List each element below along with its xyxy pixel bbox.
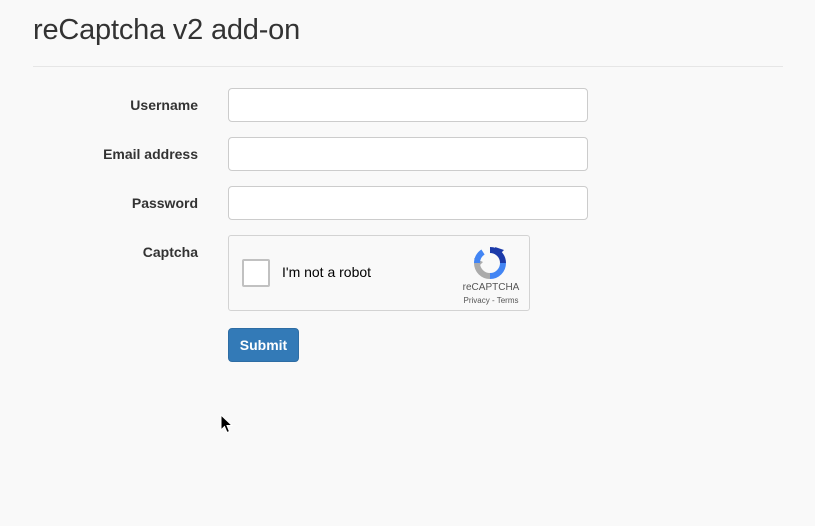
password-label: Password	[131, 195, 198, 211]
links-separator: -	[489, 296, 497, 305]
captcha-checkbox-text: I'm not a robot	[282, 264, 372, 280]
recaptcha-brand-text: reCAPTCHA	[462, 282, 520, 293]
page: reCaptcha v2 add-on Username Email addre…	[0, 0, 815, 526]
submit-button[interactable]: Submit	[228, 328, 299, 362]
password-input[interactable]	[228, 186, 588, 220]
terms-link[interactable]: Terms	[497, 296, 519, 305]
username-row: Username	[0, 88, 600, 122]
page-title: reCaptcha v2 add-on	[33, 14, 301, 46]
recaptcha-logo-icon	[473, 246, 507, 280]
captcha-label: Captcha	[142, 244, 198, 260]
email-label: Email address	[103, 146, 198, 162]
mouse-pointer-icon	[220, 413, 234, 434]
recaptcha-links: Privacy - Terms	[451, 296, 531, 305]
recaptcha-widget: I'm not a robot reCAPTCHA Privacy - Term…	[228, 235, 530, 311]
captcha-row: Captcha	[0, 235, 200, 269]
title-divider	[33, 66, 783, 67]
privacy-link[interactable]: Privacy	[464, 296, 490, 305]
email-input[interactable]	[228, 137, 588, 171]
captcha-checkbox[interactable]	[242, 259, 270, 287]
email-row: Email address	[0, 137, 600, 171]
username-input[interactable]	[228, 88, 588, 122]
username-label: Username	[130, 97, 198, 113]
password-row: Password	[0, 186, 600, 220]
